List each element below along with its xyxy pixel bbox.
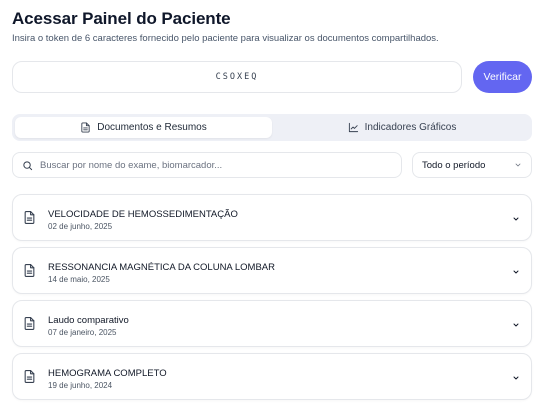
tab-charts[interactable]: Indicadores Gráficos — [275, 117, 529, 138]
search-icon — [23, 160, 33, 170]
document-title: RESSONANCIA MAGNÉTICA DA COLUNA LOMBAR — [48, 262, 275, 273]
chevron-down-icon — [515, 163, 521, 167]
document-date: 14 de maio, 2025 — [48, 275, 110, 284]
search-box — [12, 152, 402, 178]
document-title: VELOCIDADE DE HEMOSSEDIMENTAÇÃO — [48, 209, 238, 220]
period-select[interactable]: Todo o período — [412, 152, 532, 178]
document-date: 02 de junho, 2025 — [48, 222, 113, 231]
chevron-down-icon[interactable] — [512, 215, 520, 223]
file-text-icon — [24, 211, 35, 224]
page-title: Acessar Painel do Paciente — [12, 9, 231, 28]
document-item[interactable]: RESSONANCIA MAGNÉTICA DA COLUNA LOMBAR 1… — [12, 247, 532, 294]
document-date: 07 de janeiro, 2025 — [48, 328, 117, 337]
tab-documents-label: Documentos e Resumos — [97, 122, 207, 133]
view-tabs: Documentos e Resumos Indicadores Gráfico… — [12, 114, 532, 141]
document-date: 19 de junho, 2024 — [48, 381, 113, 390]
document-title: Laudo comparativo — [48, 315, 129, 326]
file-text-icon — [24, 370, 35, 383]
document-item[interactable]: HEMOGRAMA COMPLETO 19 de junho, 2024 — [12, 353, 532, 400]
token-input[interactable] — [12, 61, 462, 93]
search-input[interactable] — [40, 159, 390, 171]
document-item[interactable]: Laudo comparativo 07 de janeiro, 2025 — [12, 300, 532, 347]
document-list: VELOCIDADE DE HEMOSSEDIMENTAÇÃO 02 de ju… — [12, 194, 532, 405]
tab-charts-label: Indicadores Gráficos — [364, 122, 457, 133]
document-item[interactable]: VELOCIDADE DE HEMOSSEDIMENTAÇÃO 02 de ju… — [12, 194, 532, 241]
file-text-icon — [24, 264, 35, 277]
period-select-value: Todo o período — [422, 159, 486, 171]
file-text-icon — [24, 317, 35, 330]
document-title: HEMOGRAMA COMPLETO — [48, 368, 167, 379]
line-chart-icon — [348, 122, 358, 133]
verify-button[interactable]: Verificar — [473, 61, 532, 93]
page-subtitle: Insira o token de 6 caracteres fornecido… — [12, 33, 439, 44]
tab-documents[interactable]: Documentos e Resumos — [15, 117, 272, 138]
file-text-icon — [81, 122, 90, 133]
chevron-down-icon[interactable] — [512, 268, 520, 276]
chevron-down-icon[interactable] — [512, 374, 520, 382]
chevron-down-icon[interactable] — [512, 321, 520, 329]
